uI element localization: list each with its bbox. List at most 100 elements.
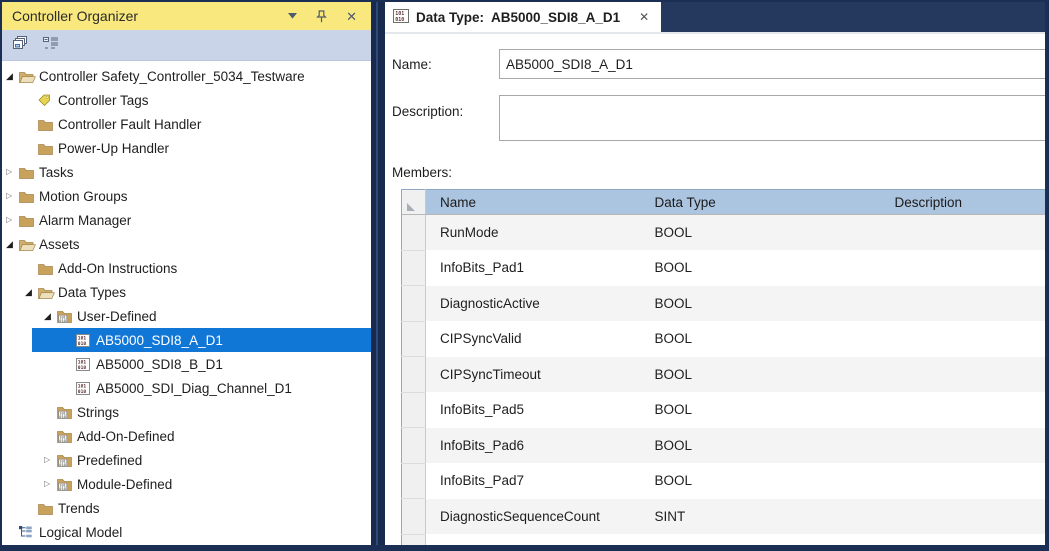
tree-item-controller-fault-handler[interactable]: Controller Fault Handler [2, 112, 371, 136]
tree-item-trends[interactable]: Trends [2, 496, 371, 520]
collapse-arrow-icon[interactable]: ◢ [25, 288, 38, 297]
titlebar-icons: ✕ [288, 10, 357, 23]
tree-item-add-on-instructions[interactable]: Add-On Instructions [2, 256, 371, 280]
member-description-cell[interactable] [881, 428, 1046, 464]
tree-item-alarm-manager[interactable]: ▷Alarm Manager [2, 208, 371, 232]
member-row-infobits-pad6: InfoBits_Pad6BOOL [402, 428, 1046, 464]
description-input[interactable] [499, 95, 1045, 141]
member-description-cell[interactable] [881, 215, 1046, 251]
member-description-cell[interactable] [881, 534, 1046, 545]
tree-item-motion-groups[interactable]: ▷Motion Groups [2, 184, 371, 208]
collapse-arrow-icon[interactable]: ◢ [6, 240, 19, 249]
tree-item-power-up-handler[interactable]: Power-Up Handler [2, 136, 371, 160]
member-description-cell[interactable] [881, 357, 1046, 393]
tree-item-label: Module-Defined [76, 477, 172, 492]
member-name-cell[interactable]: CIPSyncValid [426, 321, 641, 357]
tree-item-tasks[interactable]: ▷Tasks [2, 160, 371, 184]
tree-item-label: Controller Tags [57, 93, 149, 108]
member-data-type-cell[interactable]: BOOL [641, 321, 881, 357]
svg-text:010: 010 [59, 487, 66, 491]
column-header-description[interactable]: Description [881, 190, 1046, 215]
member-description-cell[interactable] [881, 499, 1046, 535]
tree-item-label: AB5000_SDI8_A_D1 [95, 333, 223, 348]
expand-arrow-icon[interactable]: ▷ [44, 456, 57, 464]
member-name-cell[interactable]: InfoBits_Pad7 [426, 463, 641, 499]
chevron-down-icon[interactable] [288, 13, 297, 19]
member-data-type-cell[interactable]: BOOL [641, 286, 881, 322]
members-grid-header-row: Name Data Type Description [402, 190, 1046, 215]
member-name-cell[interactable]: CIPSyncTimeout [426, 357, 641, 393]
data-type-editor: 101010 Data Type: AB5000_SDI8_A_D1 ✕ Nam… [385, 2, 1045, 545]
svg-text:010: 010 [59, 439, 66, 443]
select-all-cell[interactable] [402, 190, 426, 215]
expand-arrow-icon[interactable]: ▷ [44, 480, 57, 488]
tree-item-ab5000-sdi8-b-d1[interactable]: 101010AB5000_SDI8_B_D1 [2, 352, 371, 376]
member-description-cell[interactable] [881, 463, 1046, 499]
member-description-cell[interactable] [881, 250, 1046, 286]
svg-text:010: 010 [59, 415, 66, 419]
tree-item-logical-model[interactable]: Logical Model [2, 520, 371, 544]
expand-arrow-icon[interactable]: ▷ [6, 168, 19, 176]
row-selector-cell[interactable] [402, 215, 426, 251]
panel-splitter[interactable] [371, 2, 385, 545]
member-name-cell[interactable]: InfoBits_Pad5 [426, 392, 641, 428]
member-data-type-cell[interactable]: BOOL [641, 428, 881, 464]
member-data-type-cell[interactable]: BOOL [641, 357, 881, 393]
member-row-cipsyncvalid: CIPSyncValidBOOL [402, 321, 1046, 357]
expand-arrow-icon[interactable]: ▷ [6, 216, 19, 224]
expand-arrow-icon[interactable]: ▷ [6, 192, 19, 200]
member-row-infobits-pad1: InfoBits_Pad1BOOL [402, 250, 1046, 286]
member-name-cell[interactable]: InfoBits_Pad6 [426, 428, 641, 464]
row-selector-cell[interactable] [402, 286, 426, 322]
member-data-type-cell[interactable]: BOOL [641, 215, 881, 251]
row-selector-cell[interactable] [402, 357, 426, 393]
row-selector-cell[interactable] [402, 321, 426, 357]
row-selector-cell[interactable] [402, 392, 426, 428]
member-description-cell[interactable] [881, 286, 1046, 322]
close-icon[interactable]: ✕ [346, 10, 357, 23]
row-selector-cell[interactable] [402, 534, 426, 545]
tree-item-controller-tags[interactable]: Controller Tags [2, 88, 371, 112]
member-name-cell[interactable]: DiagBits_Pad0 [426, 534, 641, 545]
tree-item-user-defined[interactable]: ◢101010User-Defined [2, 304, 371, 328]
member-row-runmode: RunModeBOOL [402, 215, 1046, 251]
tree-item-module-defined[interactable]: ▷101010Module-Defined [2, 472, 371, 496]
component-list-icon[interactable] [42, 35, 60, 55]
member-description-cell[interactable] [881, 321, 1046, 357]
member-name-cell[interactable]: DiagnosticSequenceCount [426, 499, 641, 535]
name-input[interactable] [499, 49, 1045, 79]
member-name-cell[interactable]: DiagnosticActive [426, 286, 641, 322]
folder-open-icon [19, 238, 38, 251]
member-name-cell[interactable]: RunMode [426, 215, 641, 251]
member-data-type-cell[interactable]: BOOL [641, 534, 881, 545]
tree-item-label: Logical Model [38, 525, 122, 540]
pin-icon[interactable] [316, 10, 327, 23]
collapse-arrow-icon[interactable]: ◢ [44, 312, 57, 321]
member-data-type-cell[interactable]: BOOL [641, 250, 881, 286]
member-data-type-cell[interactable]: SINT [641, 499, 881, 535]
column-header-data-type[interactable]: Data Type [641, 190, 881, 215]
cascade-windows-icon[interactable] [11, 35, 29, 55]
udt-icon: 101010 [76, 358, 95, 371]
tree-item-controller-safety-controller-5034-testware[interactable]: ◢Controller Safety_Controller_5034_Testw… [2, 64, 371, 88]
tree-item-assets[interactable]: ◢Assets [2, 232, 371, 256]
tree-item-ab5000-sdi-diag-channel-d1[interactable]: 101010AB5000_SDI_Diag_Channel_D1 [2, 376, 371, 400]
tree-item-label: User-Defined [76, 309, 157, 324]
row-selector-cell[interactable] [402, 250, 426, 286]
tree-item-predefined[interactable]: ▷101010Predefined [2, 448, 371, 472]
tree-item-strings[interactable]: 101010Strings [2, 400, 371, 424]
row-selector-cell[interactable] [402, 428, 426, 464]
collapse-arrow-icon[interactable]: ◢ [6, 72, 19, 81]
row-selector-cell[interactable] [402, 499, 426, 535]
member-data-type-cell[interactable]: BOOL [641, 463, 881, 499]
tab-close-icon[interactable]: ✕ [639, 11, 649, 23]
tree-item-ab5000-sdi8-a-d1[interactable]: 101010AB5000_SDI8_A_D1 [2, 328, 371, 352]
tab-data-type[interactable]: 101010 Data Type: AB5000_SDI8_A_D1 ✕ [385, 2, 661, 32]
member-data-type-cell[interactable]: BOOL [641, 392, 881, 428]
member-name-cell[interactable]: InfoBits_Pad1 [426, 250, 641, 286]
tree-item-add-on-defined[interactable]: 101010Add-On-Defined [2, 424, 371, 448]
column-header-name[interactable]: Name [426, 190, 641, 215]
member-description-cell[interactable] [881, 392, 1046, 428]
tree-item-data-types[interactable]: ◢Data Types [2, 280, 371, 304]
row-selector-cell[interactable] [402, 463, 426, 499]
